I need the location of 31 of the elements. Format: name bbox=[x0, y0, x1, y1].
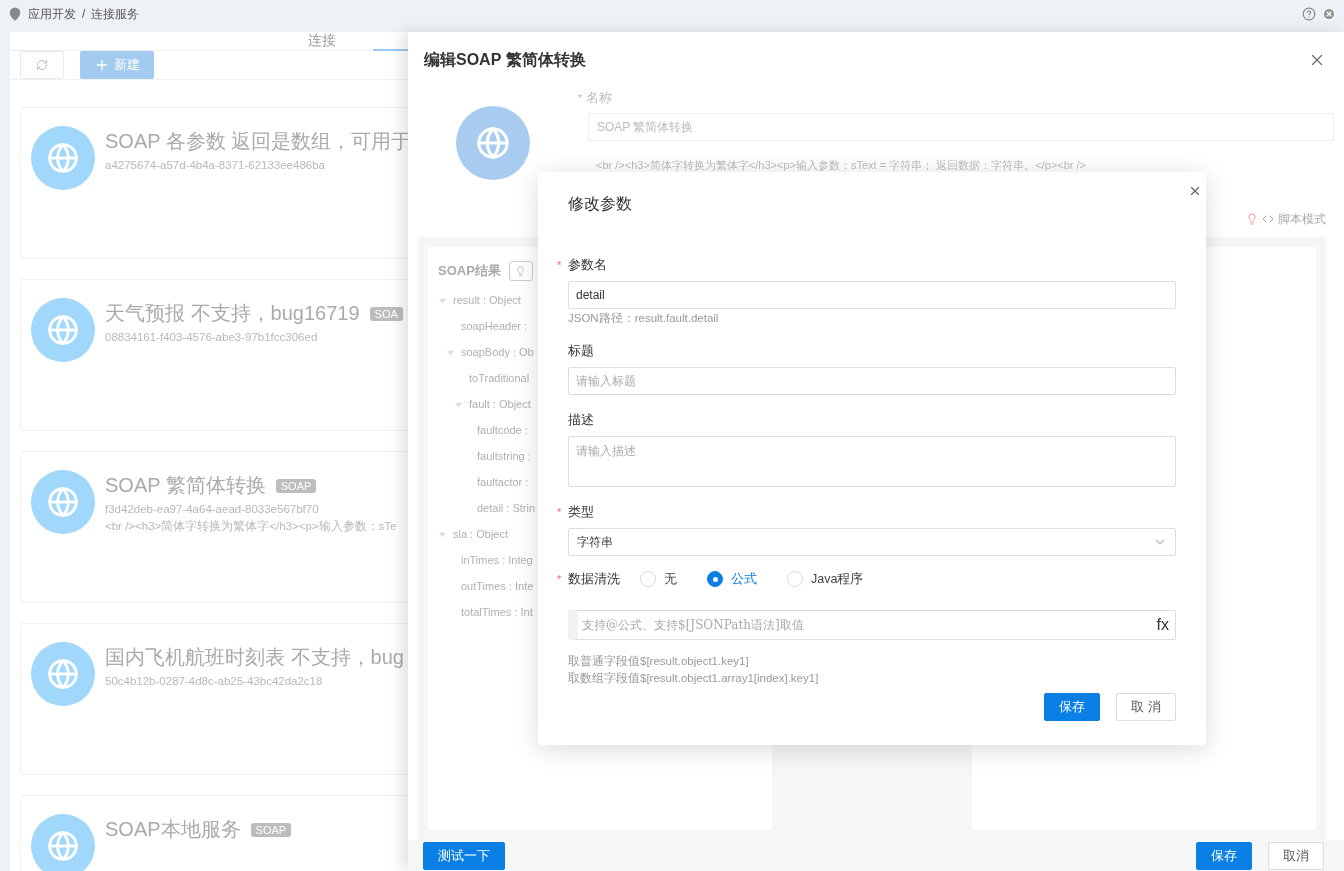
required-mark: * bbox=[557, 259, 562, 271]
breadcrumb-separator: / bbox=[82, 7, 86, 21]
required-mark: * bbox=[557, 506, 562, 518]
service-tag: SOAP bbox=[250, 822, 292, 837]
service-tag: SOA bbox=[369, 306, 403, 321]
panel-title: SOAP结果 bbox=[438, 262, 501, 280]
field-label: 描述 bbox=[568, 411, 594, 429]
drawer-title: 编辑SOAP 繁简体转换 bbox=[424, 49, 586, 70]
formula-hint: 取普通字段值$[result.object1.key1] bbox=[568, 654, 750, 669]
required-mark: * bbox=[557, 573, 562, 585]
json-path-hint: JSON路径：result.fault.detail bbox=[568, 311, 720, 326]
service-title: SOAP本地服务 bbox=[105, 817, 241, 842]
service-title: 国内飞机航班时刻表 不支持，bug bbox=[105, 645, 404, 670]
field-label: 数据清洗 bbox=[568, 570, 620, 588]
field-label: 参数名 bbox=[568, 256, 607, 274]
service-id: 08834161-f403-4576-abe3-97b1fcc306ed bbox=[105, 331, 319, 343]
field-label: 名称 bbox=[586, 90, 613, 105]
required-mark: * bbox=[578, 92, 583, 104]
service-title: SOAP 繁简体转换 bbox=[105, 473, 266, 498]
field-label: 类型 bbox=[568, 503, 594, 521]
service-title: SOAP 各参数 返回是数组，可用于 bbox=[105, 129, 412, 154]
service-description: <br /><h3>简体字转换为繁体字</h3><p>输入参数：sTe bbox=[105, 519, 397, 534]
field-label: 标题 bbox=[568, 342, 594, 360]
service-id: f3d42deb-ea97-4a64-aead-8033e567bf70 bbox=[105, 503, 320, 515]
formula-hint: 取数组字段值$[result.object1.array1[index].key1] bbox=[568, 671, 820, 686]
service-tag: SOAP bbox=[275, 478, 317, 493]
service-id: 50c4b12b-0287-4d8c-ab25-43bc42da2c18 bbox=[105, 675, 324, 687]
dialog-title: 修改参数 bbox=[568, 194, 632, 214]
breadcrumb-current: 连接服务 bbox=[91, 5, 140, 23]
service-id: a4275674-a57d-4b4a-8371-62133ee486ba bbox=[105, 159, 326, 171]
service-title: 天气预报 不支持，bug16719 bbox=[105, 301, 360, 326]
